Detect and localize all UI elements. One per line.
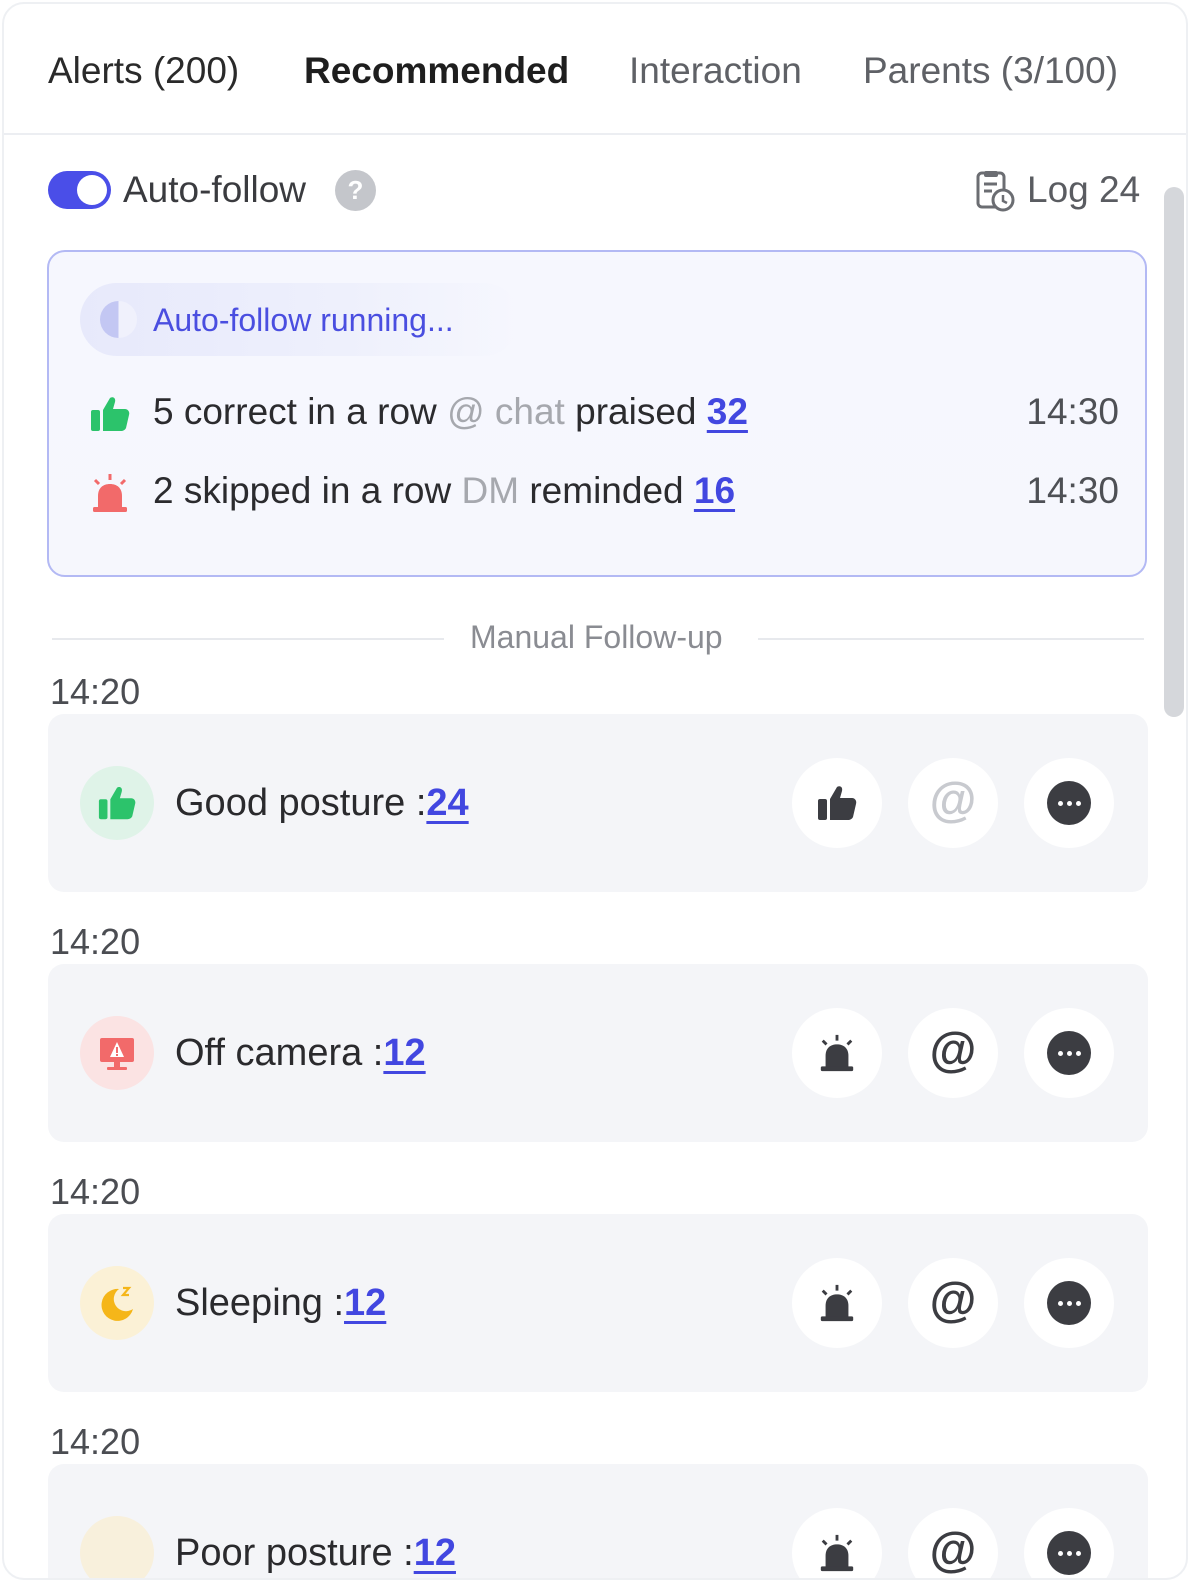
message-button[interactable] [1024,1008,1114,1098]
item-count-link[interactable]: 24 [426,782,468,824]
message-button[interactable] [1024,758,1114,848]
item-label: Good posture :24 [175,780,469,826]
remind-button[interactable] [792,1258,882,1348]
item-time: 14:20 [50,671,141,712]
tab-interaction[interactable]: Interaction [629,48,802,94]
message-button[interactable] [1024,1508,1114,1578]
section-divider-label: Manual Follow-up [470,619,723,655]
mention-button[interactable]: @ [908,1258,998,1348]
chat-icon [1047,1281,1091,1325]
at-icon: @ [929,1024,977,1077]
follow-up-card: Off camera :12 @ [48,964,1148,1142]
alarm-icon [820,1284,854,1322]
item-label-text: Sleeping : [175,1282,345,1324]
rule-action: reminded [529,470,684,511]
chat-icon [1047,781,1091,825]
at-icon: @ [929,774,977,827]
log-label[interactable]: Log 24 [1027,167,1140,213]
thumbs-up-icon [818,786,857,820]
divider-line-right [758,638,1144,640]
tab-recommended[interactable]: Recommended [304,48,569,94]
alarm-icon [820,1534,854,1572]
item-time: 14:20 [50,1171,141,1212]
divider-line-left [52,638,444,640]
posture-icon [97,1533,137,1573]
remind-button[interactable] [792,1008,882,1098]
tab-bar: Alerts (200) Recommended Interaction Par… [4,4,1186,135]
item-count-link[interactable]: 12 [344,1282,386,1324]
running-status-pill: Auto-follow running... [80,283,520,356]
rule-channel: DM [461,470,520,511]
remind-button[interactable] [792,1508,882,1578]
sleeping-badge [80,1266,154,1340]
running-status-text: Auto-follow running... [153,302,454,338]
scrollbar-thumb[interactable] [1164,187,1184,717]
moon-icon [101,1286,133,1321]
item-label: Poor posture :12 [175,1530,456,1576]
item-label-text: Off camera : [175,1032,384,1074]
rule-time: 14:30 [1026,391,1119,432]
auto-follow-status-box: Auto-follow running... 5 correct in a ro… [47,250,1147,577]
item-count-link[interactable]: 12 [383,1032,425,1074]
good-posture-badge [80,766,154,840]
follow-up-card: Sleeping :12 @ [48,1214,1148,1392]
praise-button[interactable] [792,758,882,848]
item-label-text: Good posture : [175,782,427,824]
message-button[interactable] [1024,1258,1114,1348]
item-count-link[interactable]: 12 [414,1532,456,1574]
auto-follow-toggle[interactable] [48,171,111,209]
rule-count-link[interactable]: 16 [694,470,735,511]
thumbs-up-icon [91,397,130,431]
log-icon[interactable] [975,170,1015,212]
item-time: 14:20 [50,1421,141,1462]
tab-alerts[interactable]: Alerts (200) [48,48,239,94]
follow-up-card: Good posture :24 @ [48,714,1148,892]
at-icon: @ [929,1274,977,1327]
auto-rule-row: 2 skipped in a row DM reminded 16 14:30 [89,468,1119,518]
rule-channel: @ chat [447,391,565,432]
chat-icon [1047,1531,1091,1575]
tab-parents[interactable]: Parents (3/100) [863,48,1118,94]
mention-button[interactable]: @ [908,758,998,848]
item-label-text: Poor posture : [175,1532,414,1574]
at-icon: @ [929,1524,977,1577]
mention-button[interactable]: @ [908,1008,998,1098]
alarm-icon [93,474,127,512]
monitor-alert-icon [100,1038,134,1070]
alarm-icon [820,1034,854,1072]
rule-time: 14:30 [1026,470,1119,511]
item-label: Off camera :12 [175,1030,426,1076]
rule-condition: 2 skipped in a row [153,470,452,511]
rule-count-link[interactable]: 32 [707,391,748,432]
chat-icon [1047,1031,1091,1075]
rule-condition: 5 correct in a row [153,391,437,432]
follow-up-panel: Alerts (200) Recommended Interaction Par… [2,2,1188,1580]
help-icon[interactable]: ? [335,170,376,211]
loading-spinner-icon [100,301,137,338]
mention-button[interactable]: @ [908,1508,998,1578]
off-camera-badge [80,1016,154,1090]
auto-rule-row: 5 correct in a row @ chat praised 32 14:… [89,389,1119,439]
item-label: Sleeping :12 [175,1280,386,1326]
poor-posture-badge [80,1516,154,1578]
auto-follow-label: Auto-follow [123,169,307,210]
item-time: 14:20 [50,921,141,962]
follow-up-card: Poor posture :12 @ [48,1464,1148,1578]
toggle-knob [77,175,107,205]
thumbs-up-icon [98,787,136,820]
rule-action: praised [575,391,697,432]
